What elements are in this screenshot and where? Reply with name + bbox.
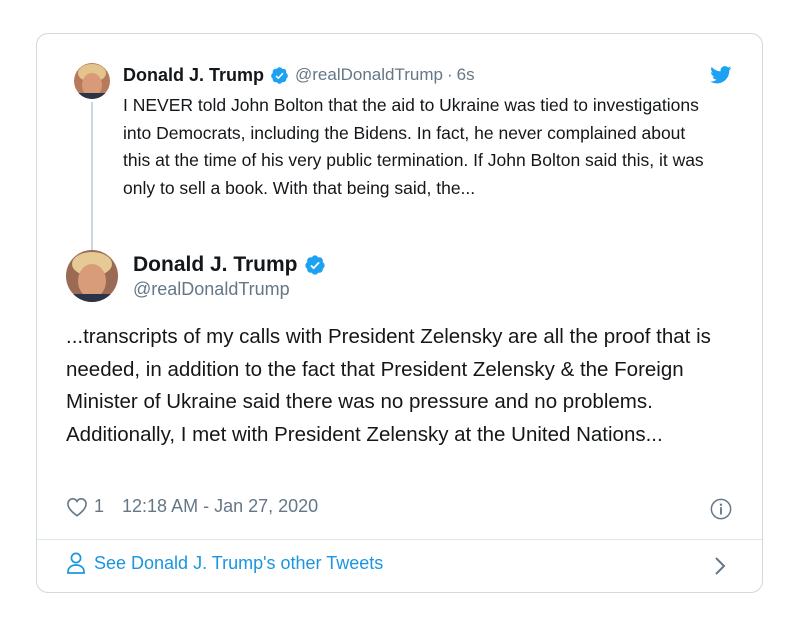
parent-tweet-header: Donald J. Trump @realDonaldTrump · 6s [123, 64, 475, 86]
verified-badge-icon [304, 255, 325, 275]
tweet-meta-row: 1 12:18 AM - Jan 27, 2020 [66, 496, 318, 517]
tweet-timestamp[interactable]: 12:18 AM - Jan 27, 2020 [122, 496, 318, 517]
parent-tweet-text: I NEVER told John Bolton that the aid to… [123, 95, 704, 198]
parent-author-name[interactable]: Donald J. Trump [123, 64, 264, 86]
thread-connector-line [91, 102, 93, 260]
chevron-right-icon[interactable] [714, 556, 726, 576]
person-icon [67, 552, 85, 574]
twitter-bird-icon[interactable] [710, 66, 732, 84]
parent-avatar[interactable] [74, 63, 110, 99]
parent-author-handle[interactable]: @realDonaldTrump [295, 64, 443, 86]
embedded-tweet-card: Donald J. Trump @realDonaldTrump · 6s I … [36, 33, 763, 593]
footer-divider [37, 539, 762, 540]
see-other-tweets-label: See Donald J. Trump's other Tweets [94, 552, 384, 573]
main-author-handle[interactable]: @realDonaldTrump [133, 279, 290, 300]
main-author-name[interactable]: Donald J. Trump [133, 252, 298, 278]
verified-badge-icon [271, 66, 288, 84]
info-icon[interactable] [710, 498, 732, 520]
see-other-tweets-link[interactable]: See Donald J. Trump's other Tweets [66, 552, 383, 574]
main-author-row: Donald J. Trump [133, 252, 326, 278]
separator-dot: · [446, 65, 453, 84]
main-avatar[interactable] [66, 250, 118, 302]
main-tweet-text: ...transcripts of my calls with Presiden… [66, 325, 711, 446]
parent-tweet-time[interactable]: 6s [457, 64, 475, 86]
heart-icon[interactable] [66, 497, 88, 517]
like-count[interactable]: 1 [94, 496, 104, 517]
